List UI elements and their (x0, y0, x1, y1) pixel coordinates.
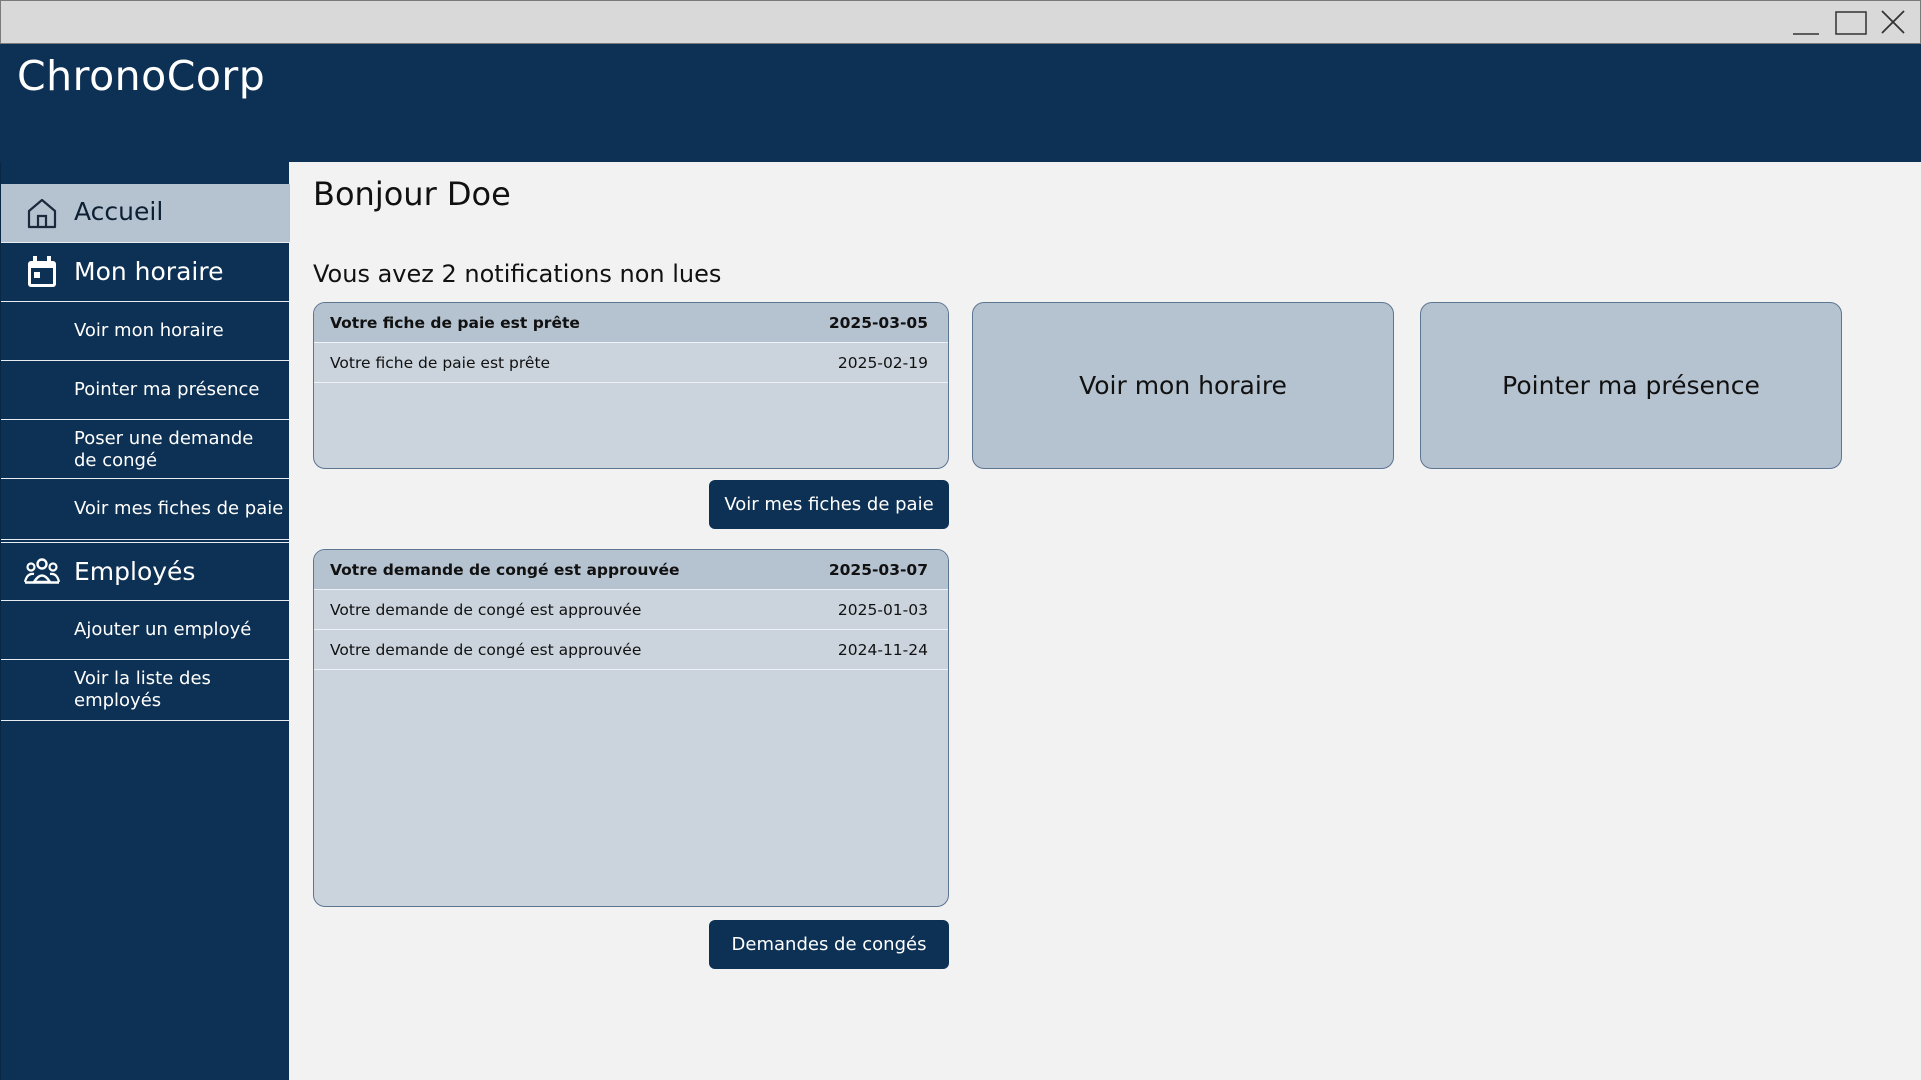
sidebar-item-label: Mon horaire (74, 257, 224, 286)
notification-date: 2025-03-07 (828, 560, 928, 579)
payslip-notifications-card: Votre fiche de paie est prête 2025-03-05… (313, 302, 949, 469)
notification-title: Votre fiche de paie est prête (330, 353, 551, 372)
view-payslips-button[interactable]: Voir mes fiches de paie (709, 480, 949, 529)
app-header: ChronoCorp (0, 44, 1921, 162)
notification-date: 2025-01-03 (837, 600, 928, 619)
maximize-icon[interactable] (1831, 8, 1867, 38)
sidebar-item-label: Employés (74, 557, 196, 586)
notification-date: 2024-11-24 (837, 640, 928, 659)
notification-date: 2025-03-05 (828, 313, 928, 332)
sidebar-item-voir-mon-horaire[interactable]: Voir mon horaire (1, 302, 290, 361)
close-icon[interactable] (1874, 8, 1910, 38)
notification-row[interactable]: Votre demande de congé est approuvée 202… (314, 550, 948, 590)
sidebar-item-employes[interactable]: Employés (1, 542, 290, 601)
sidebar-item-ajouter-employe[interactable]: Ajouter un employé (1, 601, 290, 660)
sidebar: Accueil Mon horaire Voir mon horaire Poi… (0, 162, 290, 1080)
sidebar-item-demande-conge[interactable]: Poser une demande de congé (1, 420, 290, 479)
sidebar-item-mon-horaire[interactable]: Mon horaire (1, 243, 290, 302)
sidebar-item-label: Ajouter un employé (74, 619, 252, 640)
sidebar-item-label: Voir mon horaire (74, 320, 224, 341)
clock-in-tile[interactable]: Pointer ma présence (1420, 302, 1842, 469)
sidebar-item-label: Accueil (74, 197, 164, 226)
leave-requests-button[interactable]: Demandes de congés (709, 920, 949, 969)
notification-row[interactable]: Votre fiche de paie est prête 2025-02-19 (314, 343, 948, 383)
home-icon (24, 195, 60, 231)
sidebar-item-accueil[interactable]: Accueil (1, 184, 290, 243)
sidebar-item-label: Pointer ma présence (74, 379, 260, 400)
page-title: Bonjour Doe (313, 175, 511, 213)
leave-notifications-card: Votre demande de congé est approuvée 202… (313, 549, 949, 907)
notification-row[interactable]: Votre demande de congé est approuvée 202… (314, 630, 948, 670)
sidebar-item-label: Poser une demande de congé (74, 428, 254, 471)
sidebar-item-pointer-presence[interactable]: Pointer ma présence (1, 361, 290, 420)
notification-title: Votre demande de congé est approuvée (330, 560, 680, 579)
app-logo-text: ChronoCorp (17, 52, 266, 100)
sidebar-item-liste-employes[interactable]: Voir la liste des employés (1, 660, 290, 721)
people-icon (23, 554, 61, 590)
view-schedule-tile[interactable]: Voir mon horaire (972, 302, 1394, 469)
notification-row[interactable]: Votre demande de congé est approuvée 202… (314, 590, 948, 630)
sidebar-item-label: Voir mes fiches de paie (74, 498, 284, 519)
notification-summary: Vous avez 2 notifications non lues (313, 260, 722, 288)
notification-title: Votre demande de congé est approuvée (330, 600, 642, 619)
minimize-icon[interactable] (1788, 8, 1824, 38)
notification-title: Votre demande de congé est approuvée (330, 640, 642, 659)
sidebar-item-fiches-de-paie[interactable]: Voir mes fiches de paie (1, 479, 290, 540)
notification-title: Votre fiche de paie est prête (330, 313, 580, 332)
sidebar-item-label: Voir la liste des employés (74, 668, 211, 711)
calendar-icon (24, 254, 60, 290)
notification-row[interactable]: Votre fiche de paie est prête 2025-03-05 (314, 303, 948, 343)
window-titlebar (0, 0, 1921, 44)
notification-date: 2025-02-19 (837, 353, 928, 372)
